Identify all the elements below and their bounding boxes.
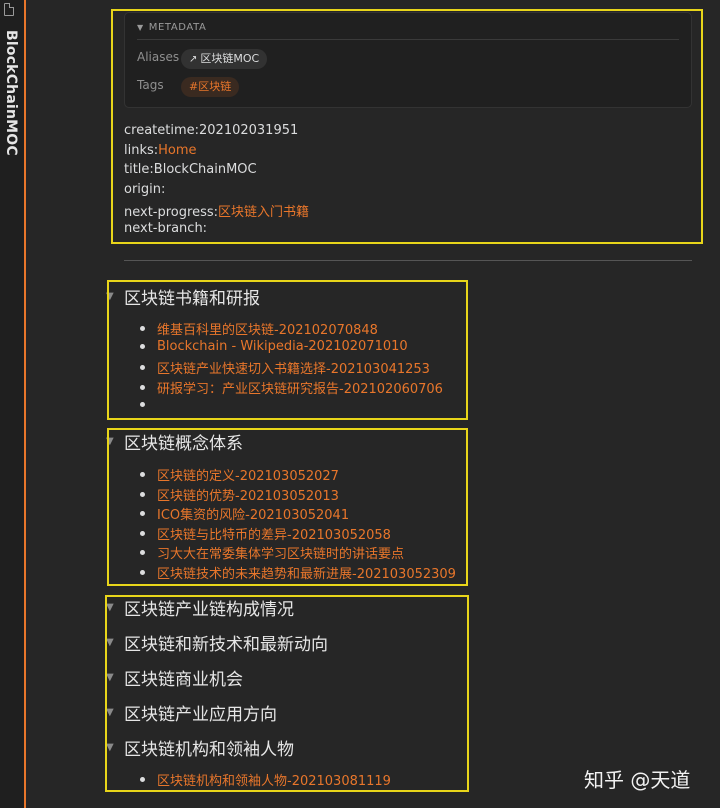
list-item: 区块链技术的未来趋势和最新进展-202103052309: [140, 563, 456, 582]
metadata-header[interactable]: ▼ METADATA: [137, 22, 206, 33]
file-icon[interactable]: [4, 3, 14, 16]
createtime-line: createtime:202102031951: [124, 123, 299, 138]
bullet: [140, 531, 145, 536]
heading-business-opportunities[interactable]: ▼ 区块链商业机会: [106, 665, 243, 690]
alias-pill[interactable]: ↗ 区块链MOC: [181, 49, 268, 69]
list-item: 习大大在常委集体学习区块链时的讲话要点: [140, 543, 404, 562]
fold-arrow-icon[interactable]: ▼: [106, 436, 124, 447]
metadata-divider: [137, 39, 679, 40]
home-link[interactable]: Home: [158, 143, 196, 158]
bullet: [140, 472, 145, 477]
fold-arrow-icon[interactable]: ▼: [106, 672, 124, 683]
next-branch-line: next-branch:: [124, 221, 208, 236]
bullet: [140, 344, 145, 349]
heading-institutions-leaders[interactable]: ▼ 区块链机构和领袖人物: [106, 735, 294, 760]
bullet: [140, 492, 145, 497]
list-item: ICO集资的风险-202103052041: [140, 504, 349, 523]
bullet: [140, 550, 145, 555]
list-item: 维基百科里的区块链-202102070848: [140, 319, 378, 338]
fold-arrow-icon[interactable]: ▼: [106, 602, 124, 613]
heading-applications[interactable]: ▼ 区块链产业应用方向: [106, 700, 277, 725]
aliases-label: Aliases: [137, 50, 180, 64]
heading-new-tech[interactable]: ▼ 区块链和新技术和最新动向: [106, 630, 328, 655]
horizontal-rule: [124, 260, 692, 261]
bullet: [140, 326, 145, 331]
list-item: Blockchain - Wikipedia-202102071010: [140, 339, 408, 354]
next-progress-link[interactable]: 区块链入门书籍: [218, 205, 309, 220]
active-tab-indicator: [24, 0, 26, 808]
fold-arrow-icon[interactable]: ▼: [106, 742, 124, 753]
metadata-panel: ▼ METADATA Aliases ↗ 区块链MOC Tags #区块链: [124, 12, 692, 108]
origin-line: origin:: [124, 182, 166, 197]
vertical-tab-strip: BlockChainMOC: [0, 0, 25, 808]
fold-arrow-icon[interactable]: ▼: [106, 637, 124, 648]
list-item: 研报学习：产业区块链研究报告-202102060706: [140, 378, 443, 397]
bullet: [140, 365, 145, 370]
links-line: links:Home: [124, 143, 197, 158]
bullet: [140, 511, 145, 516]
watermark: 知乎 @天道: [584, 768, 691, 792]
fold-arrow-icon[interactable]: ▼: [106, 707, 124, 718]
bullet: [140, 402, 145, 407]
bullet: [140, 385, 145, 390]
link-arrow-icon: ↗: [189, 54, 198, 65]
heading-books-reports[interactable]: ▼ 区块链书籍和研报: [106, 284, 260, 309]
bullet: [140, 777, 145, 782]
tags-label: Tags: [137, 78, 164, 92]
list-item-empty[interactable]: [140, 397, 157, 412]
heading-industry-chain[interactable]: ▼ 区块链产业链构成情况: [106, 595, 294, 620]
tab-title[interactable]: BlockChainMOC: [3, 30, 19, 156]
title-line: title:BlockChainMOC: [124, 162, 257, 177]
next-progress-line: next-progress:区块链入门书籍: [124, 205, 310, 220]
collapse-triangle-icon[interactable]: ▼: [137, 23, 144, 32]
tag-pill[interactable]: #区块链: [181, 77, 240, 97]
bullet: [140, 570, 145, 575]
list-item: 区块链机构和领袖人物-202103081119: [140, 770, 391, 789]
list-item: 区块链的定义-202103052027: [140, 465, 339, 484]
annotation-box-other-sections: [105, 595, 469, 792]
fold-arrow-icon[interactable]: ▼: [106, 291, 124, 302]
list-item: 区块链与比特币的差异-202103052058: [140, 524, 391, 543]
heading-concepts[interactable]: ▼ 区块链概念体系: [106, 429, 243, 454]
list-item: 区块链的优势-202103052013: [140, 485, 339, 504]
list-item: 区块链产业快速切入书籍选择-202103041253: [140, 358, 430, 377]
